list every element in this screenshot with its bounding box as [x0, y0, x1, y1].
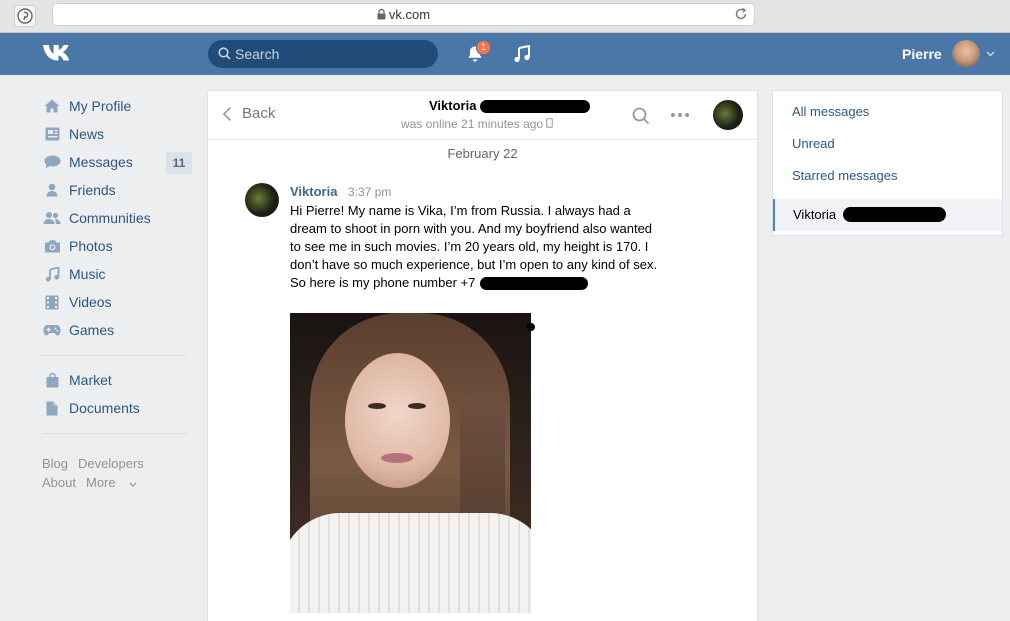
- sidebar-item-friends[interactable]: Friends: [40, 176, 200, 204]
- message-author[interactable]: Viktoria: [290, 184, 337, 199]
- sidebar-item-label: Friends: [69, 182, 116, 198]
- footer-link-more[interactable]: More: [86, 475, 137, 490]
- message-filter-panel: All messages Unread Starred messages Vik…: [772, 90, 1003, 236]
- messages-count-badge: 11: [166, 152, 192, 174]
- vk-logo-icon[interactable]: [42, 42, 76, 64]
- sidebar-item-label: My Profile: [69, 98, 132, 114]
- sidebar-item-my-profile[interactable]: My Profile: [40, 92, 200, 120]
- user-name[interactable]: Pierre: [902, 46, 942, 62]
- more-options-icon[interactable]: [670, 106, 690, 124]
- redaction-mark: [480, 100, 590, 113]
- message-line: Hi Pierre! My name is Vika, I’m from Rus…: [290, 203, 631, 218]
- sidebar-item-label: News: [69, 126, 105, 142]
- music-icon: [43, 266, 61, 282]
- filter-starred[interactable]: Starred messages: [792, 168, 898, 183]
- chevron-down-icon[interactable]: [986, 51, 995, 57]
- redaction-mark: [843, 207, 946, 222]
- messages-icon: [43, 154, 61, 170]
- sidebar-item-messages[interactable]: Messages 11: [40, 148, 200, 176]
- home-icon: [43, 98, 61, 114]
- sidebar-item-label: Photos: [69, 238, 113, 254]
- footer-more-label: More: [85, 475, 116, 490]
- camera-icon: [43, 238, 61, 254]
- redaction-dot: [527, 323, 535, 331]
- avatar[interactable]: [713, 100, 743, 130]
- bag-icon: [43, 372, 61, 388]
- search-icon[interactable]: [632, 107, 650, 125]
- url-text: vk.com: [388, 7, 431, 22]
- sidebar-footer: Blog Developers About More: [42, 454, 154, 492]
- message-time: 3:37 pm: [348, 185, 392, 199]
- sidebar-item-label: Music: [69, 266, 106, 282]
- news-icon: [43, 126, 61, 142]
- sidebar-item-label: Documents: [69, 400, 140, 416]
- lock-icon: [377, 9, 386, 20]
- message-photo[interactable]: [290, 313, 531, 613]
- sidebar-item-market[interactable]: Market: [40, 366, 200, 394]
- gamepad-icon: [43, 322, 61, 338]
- sidebar-item-videos[interactable]: Videos: [40, 288, 200, 316]
- date-divider: February 22: [447, 146, 518, 161]
- footer-link-about[interactable]: About: [42, 475, 76, 490]
- conversation-panel: Back Viktoria was online 21 minutes ago …: [207, 90, 758, 621]
- message-line: don’t have so much experience, but I’m o…: [290, 257, 658, 272]
- avatar[interactable]: [952, 40, 980, 68]
- top-header: Search 1 Pierre: [0, 33, 1010, 75]
- browser-toolbar: vk.com: [0, 0, 1010, 33]
- filter-unread[interactable]: Unread: [792, 136, 835, 151]
- search-icon: [218, 47, 231, 60]
- active-conversation-item[interactable]: Viktoria: [773, 199, 1002, 231]
- sidebar-item-label: Communities: [69, 210, 151, 226]
- message-line: dream to shoot in porn with you. And my …: [290, 221, 653, 236]
- sidebar-item-label: Market: [69, 372, 112, 388]
- sidebar-item-label: Videos: [69, 294, 112, 310]
- search-placeholder: Search: [235, 46, 280, 62]
- sidebar-item-news[interactable]: News: [40, 120, 200, 148]
- sidebar-item-label: Games: [69, 322, 115, 338]
- sidebar-item-label: Messages: [69, 154, 133, 170]
- video-icon: [43, 294, 61, 310]
- conversation-title[interactable]: Viktoria: [429, 98, 476, 113]
- notification-badge: 1: [476, 40, 491, 55]
- online-status: was online 21 minutes ago: [401, 117, 554, 131]
- reload-icon[interactable]: [734, 7, 748, 21]
- sidebar-item-music[interactable]: Music: [40, 260, 200, 288]
- avatar[interactable]: [245, 183, 279, 217]
- footer-link-blog[interactable]: Blog: [42, 456, 68, 471]
- mobile-icon: [546, 118, 554, 128]
- chevron-down-icon: [129, 482, 137, 487]
- music-icon[interactable]: [513, 45, 531, 63]
- pinterest-icon[interactable]: [14, 5, 36, 27]
- back-button[interactable]: Back: [222, 105, 275, 122]
- redaction-mark: [480, 277, 588, 290]
- conversation-header: Back Viktoria was online 21 minutes ago: [208, 91, 757, 140]
- sidebar-item-documents[interactable]: Documents: [40, 394, 200, 422]
- sidebar-item-games[interactable]: Games: [40, 316, 200, 344]
- message-line: to see me in such movies. I’m 20 years o…: [290, 239, 649, 254]
- sidebar-divider: [42, 355, 187, 356]
- sidebar-item-photos[interactable]: Photos: [40, 232, 200, 260]
- online-status-text: was online 21 minutes ago: [401, 117, 544, 131]
- address-bar[interactable]: vk.com: [52, 3, 755, 26]
- sidebar-item-communities[interactable]: Communities: [40, 204, 200, 232]
- sidebar-nav: My Profile News Messages 11 Friends Comm…: [40, 92, 200, 444]
- filter-all-messages[interactable]: All messages: [792, 104, 869, 119]
- active-conversation-label: Viktoria: [793, 207, 837, 222]
- sidebar-divider: [42, 433, 187, 434]
- friends-icon: [43, 182, 61, 198]
- footer-link-developers[interactable]: Developers: [78, 456, 144, 471]
- chevron-left-icon: [222, 106, 232, 121]
- communities-icon: [43, 210, 61, 226]
- document-icon: [43, 400, 61, 416]
- back-label: Back: [242, 105, 276, 122]
- search-input[interactable]: Search: [208, 40, 438, 68]
